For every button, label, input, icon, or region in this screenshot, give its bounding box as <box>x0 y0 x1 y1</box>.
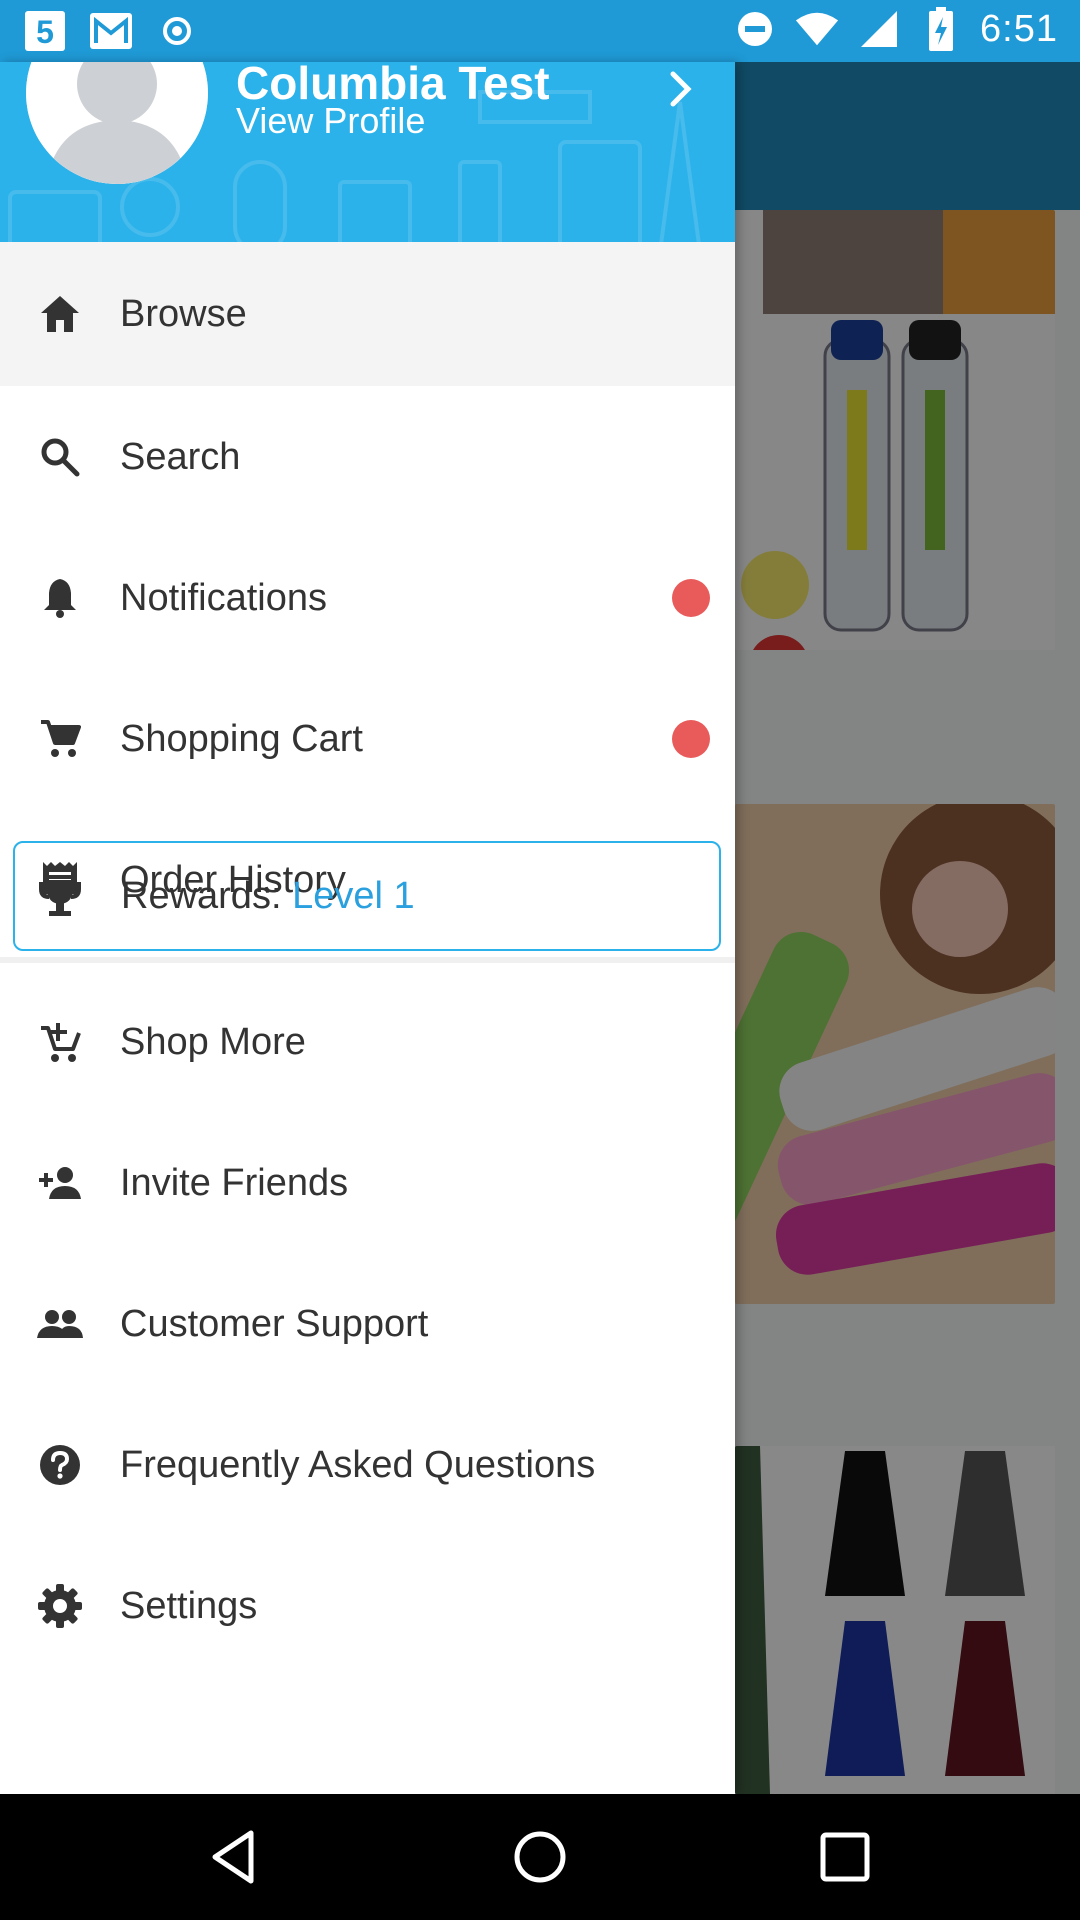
rewards-level: Level 1 <box>292 875 415 917</box>
home-button-icon[interactable] <box>510 1827 570 1887</box>
trophy-icon <box>36 874 84 922</box>
menu-item-search[interactable]: Search <box>0 386 735 528</box>
menu-item-invite-friends[interactable]: Invite Friends <box>0 1112 735 1254</box>
menu-item-browse[interactable]: Browse <box>0 242 735 386</box>
app-5-icon: 5 <box>22 8 68 54</box>
clock: 6:51 <box>980 7 1058 50</box>
radio-dot-icon <box>154 8 200 54</box>
back-icon[interactable] <box>205 1827 265 1887</box>
person-add-icon <box>36 1159 84 1207</box>
menu-item-settings[interactable]: Settings <box>0 1536 735 1676</box>
menu-item-label: Search <box>120 435 241 478</box>
profile-header[interactable]: Columbia Test View Profile <box>0 62 735 242</box>
svg-text:5: 5 <box>36 14 54 50</box>
battery-charging-icon <box>918 6 964 52</box>
menu-item-label: Invite Friends <box>120 1161 349 1204</box>
help-icon <box>36 1441 84 1489</box>
dnd-icon <box>732 6 778 52</box>
menu-item-label: Browse <box>120 292 247 335</box>
rewards-label: Rewards: <box>121 875 282 917</box>
menu-item-label: Settings <box>120 1584 258 1627</box>
menu-item-faq[interactable]: Frequently Asked Questions <box>0 1394 735 1536</box>
navigation-drawer: Columbia Test View Profile Browse Search… <box>0 62 735 1794</box>
cart-badge <box>672 720 710 758</box>
menu-item-label: Shopping Cart <box>120 717 363 760</box>
menu-item-label: Frequently Asked Questions <box>120 1443 596 1486</box>
menu-item-customer-support[interactable]: Customer Support <box>0 1254 735 1394</box>
divider <box>0 957 735 963</box>
home-icon <box>36 290 84 338</box>
menu-item-label: Shop More <box>120 1020 306 1063</box>
menu-item-shop-more[interactable]: Shop More <box>0 972 735 1112</box>
drawer-menu-secondary: Shop More Invite Friends Customer Suppor… <box>0 972 735 1676</box>
view-profile-link[interactable]: View Profile <box>236 100 425 142</box>
signal-icon <box>856 6 902 52</box>
menu-item-label: Customer Support <box>120 1302 429 1345</box>
chevron-right-icon[interactable] <box>655 64 705 114</box>
system-navigation-bar <box>0 1794 1080 1920</box>
avatar[interactable] <box>26 62 208 184</box>
search-icon <box>36 433 84 481</box>
notification-badge <box>672 579 710 617</box>
add-cart-icon <box>36 1018 84 1066</box>
menu-item-label: Notifications <box>120 576 327 619</box>
gmail-icon <box>88 8 134 54</box>
menu-item-notifications[interactable]: Notifications <box>0 528 735 668</box>
bell-icon <box>36 574 84 622</box>
people-icon <box>36 1300 84 1348</box>
cart-icon <box>36 715 84 763</box>
menu-item-shopping-cart[interactable]: Shopping Cart <box>0 668 735 810</box>
status-bar: 5 6:51 <box>0 0 1080 62</box>
wifi-icon <box>794 6 840 52</box>
recents-icon[interactable] <box>815 1827 875 1887</box>
rewards-item[interactable]: Rewards: Level 1 <box>13 841 721 951</box>
gear-icon <box>36 1582 84 1630</box>
